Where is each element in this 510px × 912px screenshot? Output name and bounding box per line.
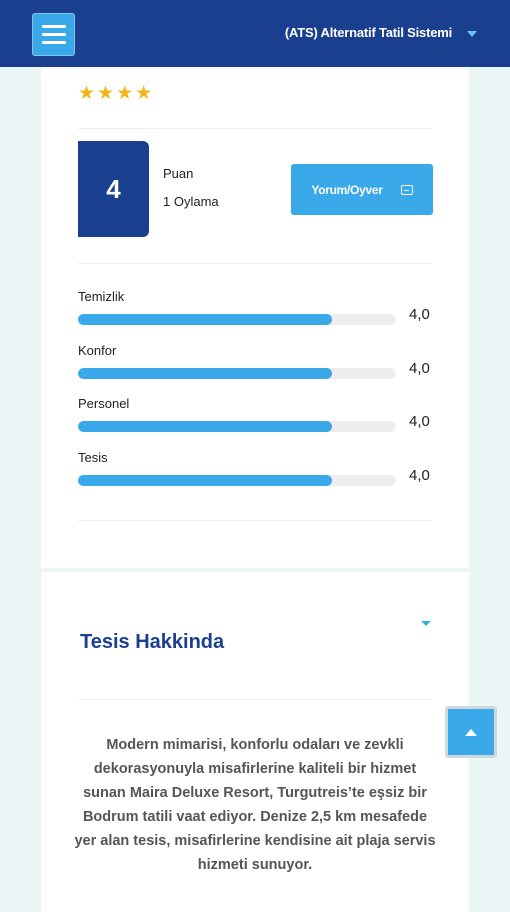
rating-row: Tesis 4,0 bbox=[78, 450, 438, 490]
rating-label: Konfor bbox=[78, 343, 117, 358]
scroll-to-top-button[interactable] bbox=[445, 706, 497, 758]
caret-down-icon[interactable] bbox=[467, 31, 477, 37]
rating-value: 4,0 bbox=[409, 360, 430, 377]
rating-row: Personel 4,0 bbox=[78, 396, 438, 436]
rating-value: 4,0 bbox=[409, 306, 430, 323]
star-icon: ★ bbox=[135, 83, 153, 104]
rating-row: Temizlik 4,0 bbox=[78, 289, 438, 329]
hamburger-menu-button[interactable] bbox=[32, 13, 75, 56]
divider bbox=[78, 520, 432, 521]
rating-bar-fill bbox=[78, 421, 333, 432]
score-label: Puan bbox=[163, 166, 194, 181]
review-button-label: Yorum/Oyver bbox=[311, 182, 383, 197]
rating-label: Personel bbox=[78, 396, 130, 411]
system-selector[interactable]: (ATS) Alternatif Tatil Sistemi bbox=[285, 25, 452, 40]
divider bbox=[78, 699, 432, 700]
arrow-up-icon bbox=[465, 728, 477, 736]
star-icon: ★ bbox=[116, 83, 134, 104]
vote-count: 1 Oylama bbox=[163, 194, 219, 209]
about-card: Tesis Hakkinda Modern mimarisi, konforlu… bbox=[41, 572, 469, 912]
section-title: Tesis Hakkinda bbox=[80, 631, 225, 653]
divider bbox=[78, 128, 432, 129]
score-badge: 4 bbox=[78, 141, 149, 237]
rating-bar-fill bbox=[78, 475, 333, 486]
rating-value: 4,0 bbox=[409, 467, 430, 484]
about-description: Modern mimarisi, konforlu odaları ve zev… bbox=[74, 737, 436, 873]
rating-label: Temizlik bbox=[78, 289, 125, 304]
rating-bar-fill bbox=[78, 368, 333, 379]
rating-bar bbox=[78, 421, 396, 432]
rating-bar-fill bbox=[78, 314, 333, 325]
comment-icon bbox=[400, 184, 413, 195]
star-icon: ★ bbox=[97, 83, 115, 104]
caret-down-icon[interactable] bbox=[421, 621, 431, 626]
star-icon: ★ bbox=[78, 83, 96, 104]
divider bbox=[78, 263, 432, 264]
star-rating: ★ ★ ★ ★ bbox=[78, 84, 152, 103]
rating-bar bbox=[78, 475, 396, 486]
rating-bar bbox=[78, 368, 396, 379]
review-vote-button[interactable]: Yorum/Oyver bbox=[291, 164, 433, 215]
rating-label: Tesis bbox=[78, 450, 108, 465]
rating-row: Konfor 4,0 bbox=[78, 343, 438, 383]
rating-card: ★ ★ ★ ★ 4 Puan 1 Oylama Yorum/Oyver Temizli… bbox=[41, 67, 469, 568]
rating-bar bbox=[78, 314, 396, 325]
hamburger-icon bbox=[41, 25, 66, 28]
top-bar: (ATS) Alternatif Tatil Sistemi bbox=[0, 0, 510, 67]
rating-value: 4,0 bbox=[409, 413, 430, 430]
